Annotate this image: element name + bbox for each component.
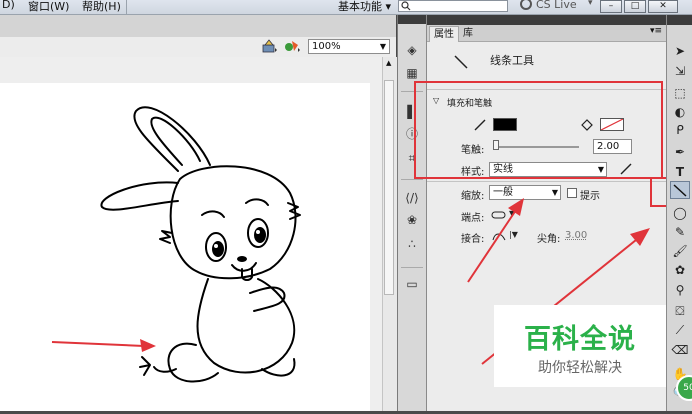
hint-label: 提示 (580, 191, 600, 202)
line-tool-icon (454, 55, 468, 69)
menu-divider (126, 0, 127, 14)
lasso-tool-icon[interactable]: ᑭ (670, 121, 690, 139)
cs-live-button[interactable]: CS Live (536, 0, 577, 11)
menu-item-help[interactable]: 帮助(H) (82, 0, 121, 14)
scroll-up-icon[interactable]: ▲ (386, 59, 391, 67)
panel-dock: ◈ ▦ ▌ ⓘ ⌗ ⟨/⟩ ❀ ∴ ▭ (397, 15, 426, 411)
3d-rotation-tool-icon[interactable]: ◐ (670, 103, 690, 121)
motion-presets-icon[interactable]: ∴ (404, 237, 420, 251)
dock-header (398, 15, 426, 24)
chevron-down-icon: ▼ (379, 42, 386, 51)
edit-bar: 100% ▼ (0, 37, 396, 58)
tool-name: 线条工具 (490, 54, 534, 67)
line-tool-icon (673, 184, 687, 197)
minimize-button[interactable]: – (600, 0, 622, 13)
library-icon[interactable]: ▭ (404, 277, 420, 291)
bone-tool-icon[interactable]: ⚲ (670, 281, 690, 299)
watermark-subtitle: 助你轻松解决 (538, 360, 622, 376)
stage-canvas[interactable] (0, 83, 370, 411)
document-tab-bar (0, 15, 396, 38)
subselection-tool-icon[interactable]: ⇲ (670, 62, 690, 80)
search-icon (401, 1, 411, 11)
oval-tool-icon[interactable]: ◯ (670, 204, 690, 222)
rabbit-drawing (100, 106, 301, 383)
tools-header (667, 15, 692, 25)
free-transform-tool-icon[interactable]: ⬚ (670, 84, 690, 102)
cs-live-icon (520, 0, 532, 10)
pencil-tool-icon[interactable]: ✎ (670, 223, 690, 241)
brush-tool-icon[interactable]: 🖌 (670, 242, 690, 260)
watermark: 百科全说 助你轻松解决 (494, 305, 666, 387)
menu-bar: D) 窗口(W) 帮助(H) 基本功能 ▾ CS Live ▾ – □ ✕ (0, 0, 692, 15)
chevron-down-icon: ▼ (551, 188, 558, 197)
panel-tabs: 属性 库 ▾≡ (427, 25, 666, 42)
workspace-switcher[interactable]: 基本功能 ▾ (338, 0, 391, 14)
tab-properties[interactable]: 属性 (429, 26, 459, 42)
selection-tool-icon[interactable]: ➤ (670, 42, 690, 60)
color-swatches-icon[interactable]: ◈ (404, 43, 420, 57)
text-tool-icon[interactable]: T (670, 163, 690, 181)
panel-divider (427, 181, 666, 182)
watermark-title: 百科全说 (524, 324, 636, 355)
align-icon[interactable]: ▦ (404, 66, 420, 80)
line-tool-button[interactable] (670, 181, 690, 199)
code-snippets-icon[interactable]: ⟨/⟩ (404, 191, 420, 205)
dock-separator (401, 267, 423, 268)
panel-header (427, 15, 666, 25)
paint-bucket-tool-icon[interactable]: ⛋ (670, 302, 690, 320)
dock-separator (401, 179, 423, 180)
deco-tool-icon[interactable]: ✿ (670, 261, 690, 279)
pen-tool-icon[interactable]: ✒ (670, 143, 690, 161)
zoom-value: 100% (312, 41, 341, 52)
maximize-button[interactable]: □ (624, 0, 646, 13)
eraser-tool-icon[interactable]: ⌫ (670, 341, 690, 359)
cs-live-dropdown-icon[interactable]: ▾ (588, 0, 593, 8)
tools-panel: ➤ ⇲ ⬚ ◐ ᑭ ✒ T ◯ ✎ 🖌 ✿ ⚲ ⛋ ⟋ ⌫ ✋ 🔍 (666, 15, 692, 411)
search-input[interactable] (398, 0, 508, 12)
panel-menu-icon[interactable]: ▾≡ (650, 26, 662, 36)
menu-item-window[interactable]: 窗口(W) (28, 0, 69, 14)
hint-checkbox[interactable] (567, 188, 577, 198)
close-button[interactable]: ✕ (648, 0, 678, 13)
menu-item-partial[interactable]: D) (2, 0, 15, 11)
eyedropper-tool-icon[interactable]: ⟋ (670, 321, 690, 339)
components-icon[interactable]: ❀ (404, 213, 420, 227)
tab-library[interactable]: 库 (459, 26, 477, 41)
highlight-fill-stroke-section (414, 81, 663, 179)
zoom-select[interactable]: 100% ▼ (308, 39, 390, 54)
annotation-arrow-left (51, 339, 156, 352)
edit-symbol-icon[interactable] (284, 39, 302, 56)
scrollbar-thumb[interactable] (384, 80, 394, 295)
edit-scene-icon[interactable] (262, 39, 278, 56)
